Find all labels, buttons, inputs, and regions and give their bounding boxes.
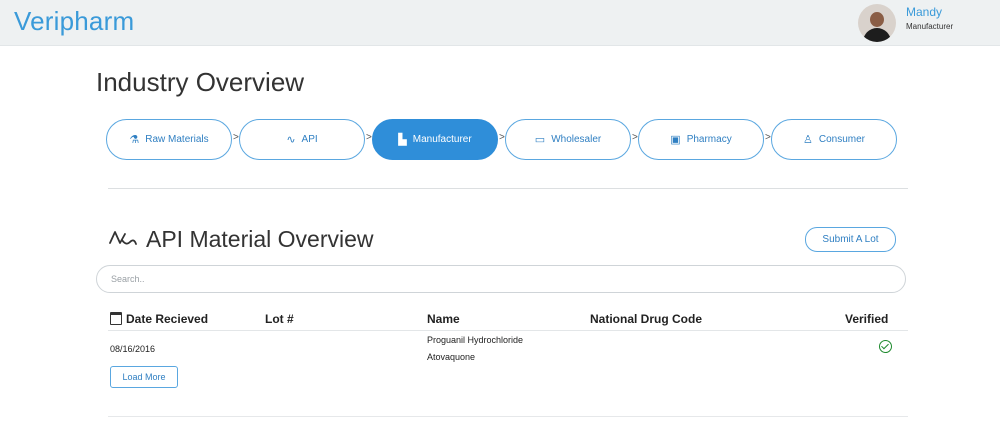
stage-manufacturer[interactable]: ▙ Manufacturer bbox=[372, 119, 498, 160]
column-header-name: Name bbox=[427, 312, 460, 326]
wave-icon bbox=[109, 231, 137, 245]
factory-icon: ▙ bbox=[398, 134, 407, 146]
cell-name-line: Proguanil Hydrochloride bbox=[427, 335, 524, 345]
chevron-right-icon: > bbox=[632, 132, 638, 143]
column-header-date: Date Recieved bbox=[126, 312, 209, 326]
column-header-ndc: National Drug Code bbox=[590, 312, 703, 326]
stage-raw-materials[interactable]: ⚗ Raw Materials bbox=[106, 119, 232, 160]
chevron-right-icon: > bbox=[765, 132, 771, 143]
supply-chain-pipeline: ⚗ Raw Materials > ∿ API > ▙ Manufacturer… bbox=[106, 119, 898, 161]
stage-label: Pharmacy bbox=[686, 134, 732, 145]
page-title: Industry Overview bbox=[96, 67, 305, 97]
load-more-button[interactable]: Load More bbox=[110, 366, 178, 388]
chevron-right-icon: > bbox=[233, 132, 239, 143]
column-header-verified: Verified bbox=[845, 312, 889, 326]
divider bbox=[108, 416, 908, 417]
user-role: Manufacturer bbox=[906, 22, 954, 31]
avatar[interactable] bbox=[858, 4, 896, 42]
column-header-lot: Lot # bbox=[265, 312, 294, 326]
stage-wholesaler[interactable]: ▭ Wholesaler bbox=[505, 119, 631, 160]
submit-lot-button[interactable]: Submit A Lot bbox=[805, 227, 896, 252]
avatar-body bbox=[863, 28, 891, 42]
section-title: API Material Overview bbox=[146, 226, 374, 252]
stage-label: Manufacturer bbox=[412, 134, 472, 145]
chevron-right-icon: > bbox=[499, 132, 505, 143]
user-name[interactable]: Mandy bbox=[906, 5, 942, 19]
table-header-divider bbox=[108, 330, 908, 331]
cell-date: 08/16/2016 bbox=[110, 344, 156, 354]
stage-pharmacy[interactable]: ▣ Pharmacy bbox=[638, 119, 764, 160]
avatar-head bbox=[870, 12, 884, 27]
stage-label: Raw Materials bbox=[145, 134, 209, 145]
flask-icon: ⚗ bbox=[129, 134, 140, 146]
cell-name-line: Atovaquone bbox=[427, 352, 476, 362]
truck-icon: ▭ bbox=[534, 134, 546, 146]
store-icon: ▣ bbox=[670, 134, 681, 146]
stage-api[interactable]: ∿ API bbox=[239, 119, 365, 160]
stage-label: Wholesaler bbox=[551, 134, 602, 145]
divider bbox=[108, 188, 908, 189]
chevron-right-icon: > bbox=[366, 132, 372, 143]
search-input[interactable] bbox=[96, 265, 906, 293]
stage-consumer[interactable]: ♙ Consumer bbox=[771, 119, 897, 160]
wave-icon: ∿ bbox=[286, 134, 296, 146]
top-bar: Veripharm Mandy Manufacturer bbox=[0, 0, 1000, 46]
user-icon: ♙ bbox=[802, 134, 813, 146]
calendar-icon bbox=[110, 312, 122, 325]
stage-label: Consumer bbox=[818, 134, 865, 145]
brand-logo[interactable]: Veripharm bbox=[14, 6, 134, 37]
stage-label: API bbox=[301, 134, 318, 145]
verified-check-icon bbox=[879, 340, 892, 353]
